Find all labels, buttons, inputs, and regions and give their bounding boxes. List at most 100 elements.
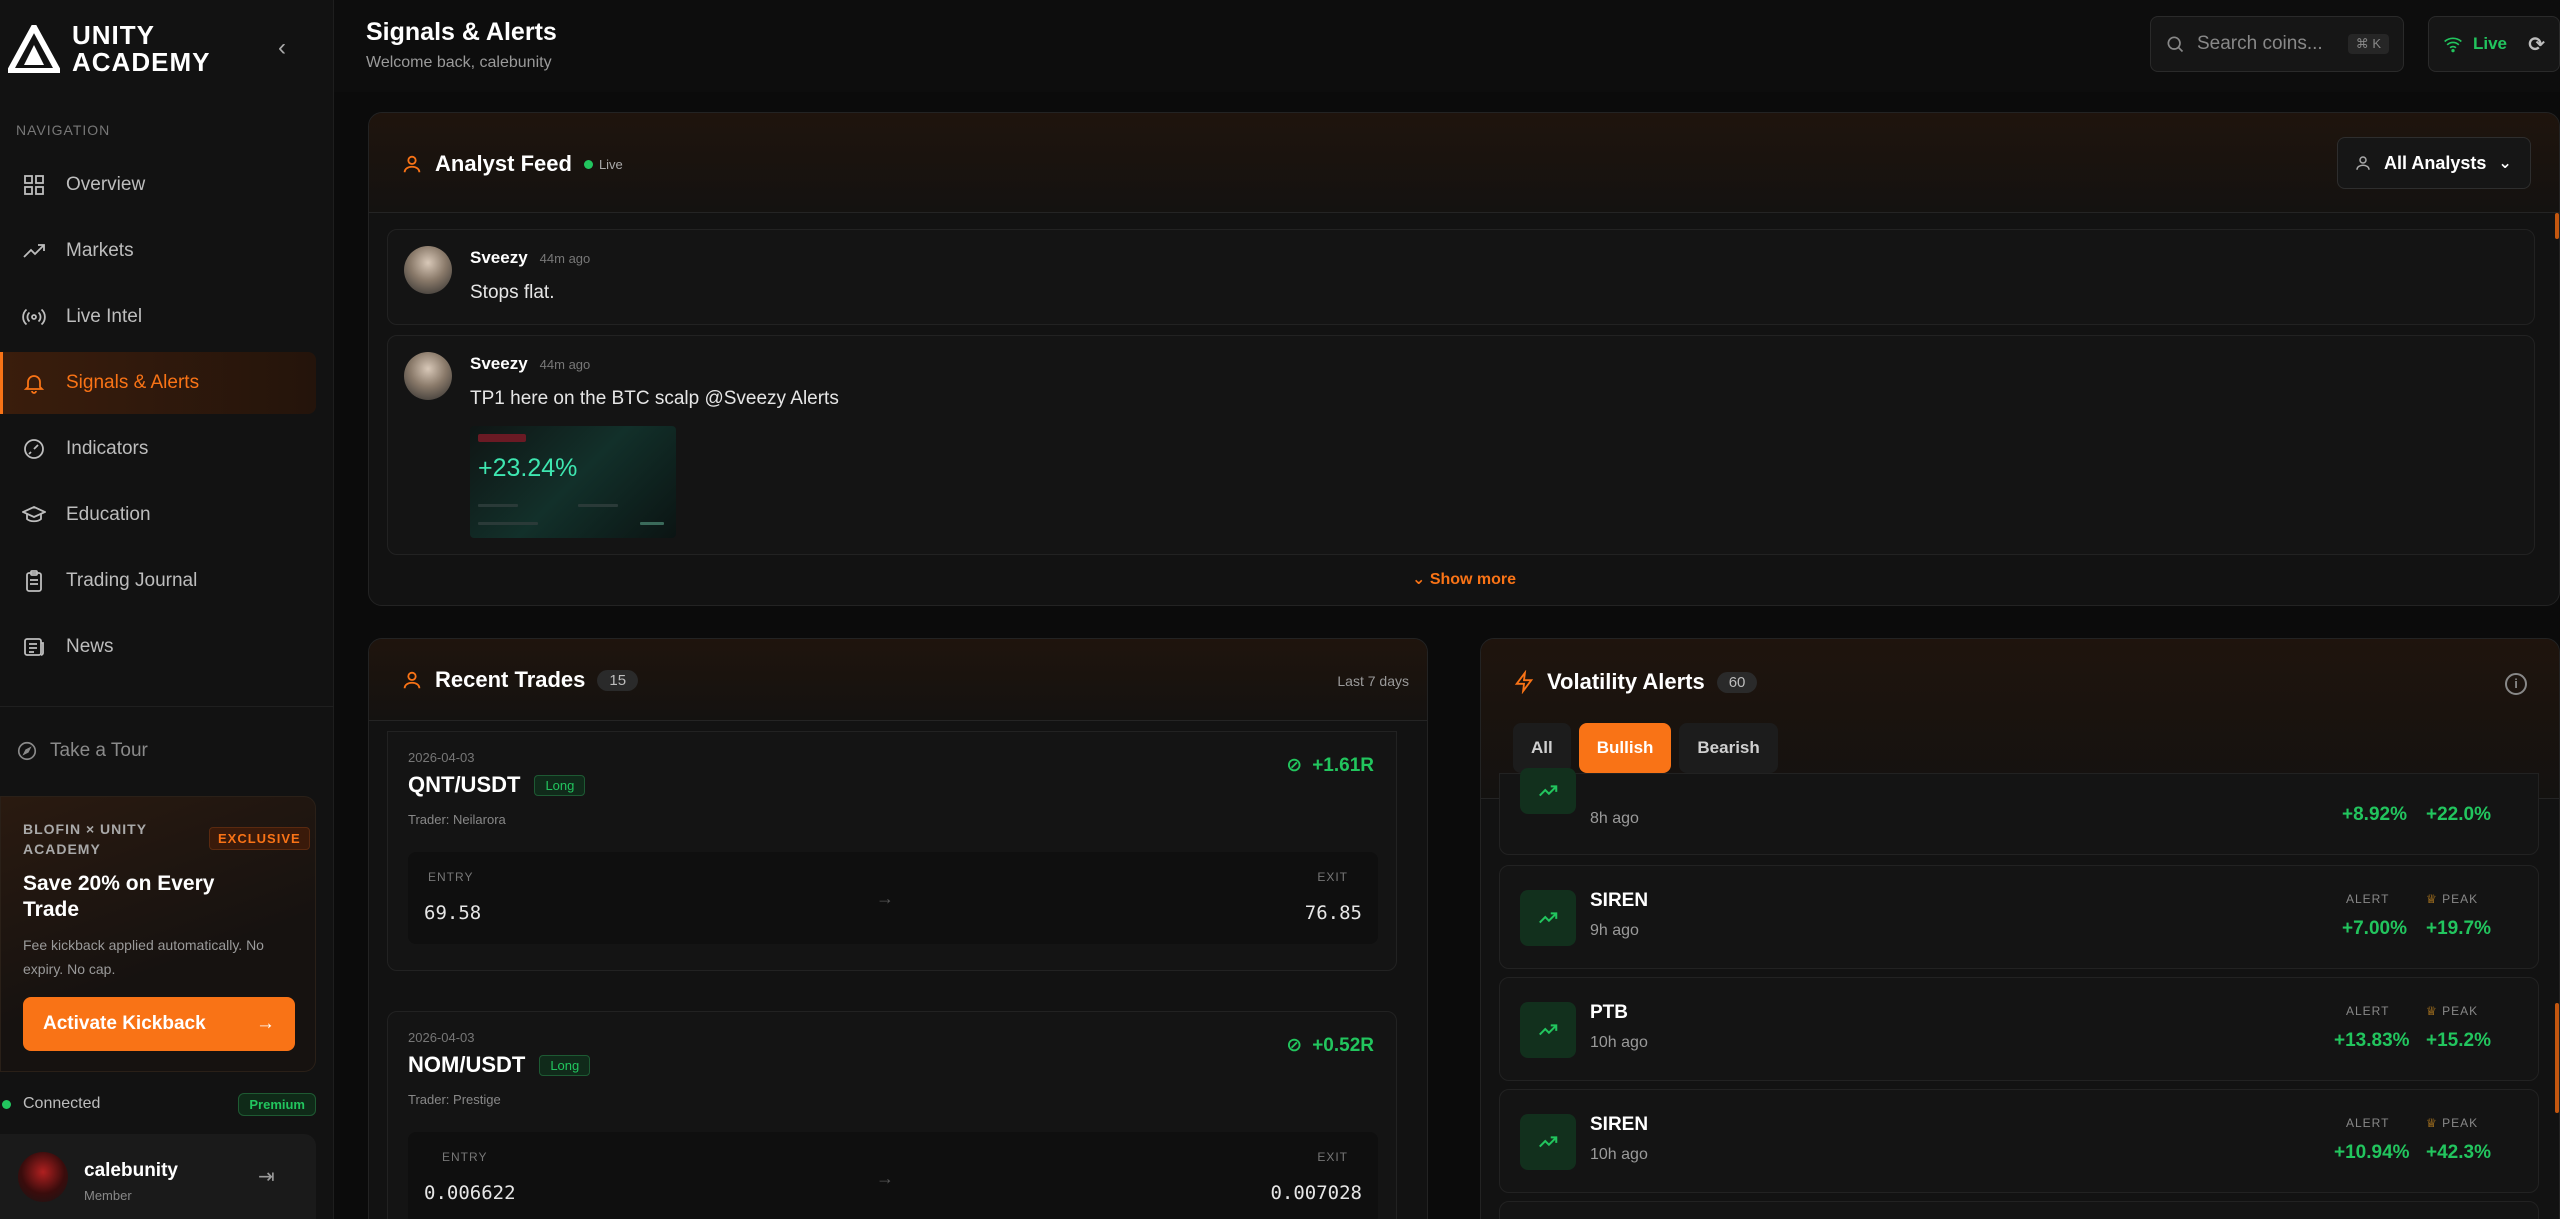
page-subtitle: Welcome back, calebunity (366, 54, 552, 71)
nav-menu: Overview Markets Live Intel Signals & Al… (0, 154, 316, 682)
nav-item-label: Markets (66, 240, 134, 261)
logout-icon[interactable]: ⇥ (258, 1164, 275, 1189)
image-line (578, 504, 618, 507)
clipboard-icon (26, 570, 42, 592)
nav-section-label: NAVIGATION (16, 122, 111, 138)
image-pnl: +23.24% (478, 454, 578, 482)
alert-row[interactable]: SIREN 9h ago ALERT ♕ PEAK +7.00% +19.7% (1499, 865, 2539, 969)
nav-item-news[interactable]: News (0, 616, 316, 678)
nav-item-label: Education (66, 504, 151, 525)
info-icon[interactable]: i (2505, 673, 2527, 695)
check-circle-icon: ⊘ (1286, 755, 1303, 776)
take-tour-link[interactable]: Take a Tour (16, 740, 148, 762)
exclusive-badge: EXCLUSIVE (209, 827, 310, 850)
user-icon (403, 155, 421, 173)
trend-up-icon (23, 244, 45, 258)
all-analysts-dropdown[interactable]: All Analysts ⌄ (2337, 137, 2531, 189)
trade-result: ⊘ +1.61R (1286, 754, 1374, 777)
image-line (478, 504, 518, 507)
feed-post[interactable]: Sveezy 44m ago Stops flat. (387, 229, 2535, 325)
alert-row[interactable]: 8h ago +8.92% +22.0% (1499, 768, 2539, 855)
trade-card[interactable]: 2026-04-03 QNT/USDT Long Trader: Neilaror… (387, 731, 1397, 971)
alert-value: +8.92% (2342, 804, 2407, 825)
sidebar: UNITY ACADEMY ‹ NAVIGATION Overview Mark… (0, 0, 334, 1219)
arrow-right-icon: → (256, 1013, 275, 1034)
exit-label: EXIT (1317, 870, 1348, 884)
newspaper-icon (24, 638, 44, 656)
alert-value: +10.94% (2334, 1142, 2410, 1163)
entry-exit-box: ENTRY 69.58 → EXIT 76.85 (408, 852, 1378, 944)
check-circle-icon: ⊘ (1286, 1035, 1303, 1056)
alert-time: 10h ago (1590, 1146, 1648, 1163)
live-status-button[interactable]: Live ⟳ (2428, 16, 2560, 72)
peak-value: +42.3% (2426, 1142, 2491, 1163)
arrow-right-icon: → (876, 1168, 894, 1188)
filter-bullish-button[interactable]: Bullish (1578, 723, 1672, 773)
exit-label: EXIT (1317, 1150, 1348, 1164)
post-author: Sveezy 44m ago (470, 248, 591, 267)
entry-label: ENTRY (428, 870, 474, 884)
compass-icon (17, 741, 37, 761)
nav-item-markets[interactable]: Markets (0, 220, 316, 282)
alert-symbol: SIREN (1590, 890, 1649, 911)
nav-item-trading-journal[interactable]: Trading Journal (0, 550, 316, 612)
trade-date: 2026-04-03 (408, 1030, 475, 1045)
post-image[interactable]: +23.24% (470, 426, 676, 538)
alerts-scrollbar[interactable] (2555, 1003, 2559, 1113)
exit-value: 76.85 (1304, 902, 1362, 924)
peak-label: ♕ PEAK (2426, 892, 2479, 906)
gauge-icon (24, 439, 44, 459)
plan-badge: Premium (238, 1092, 316, 1116)
trophy-icon: ♕ (2426, 1004, 2443, 1018)
nav-item-signals-alerts[interactable]: Signals & Alerts (0, 352, 316, 414)
side-badge: Long (534, 774, 586, 796)
nav-item-education[interactable]: Education (0, 484, 316, 546)
alert-row[interactable]: PTB 10h ago ALERT ♕ PEAK +13.83% +15.2% (1499, 977, 2539, 1081)
refresh-icon[interactable]: ⟳ (2528, 32, 2545, 57)
trade-date: 2026-04-03 (408, 750, 475, 765)
exit-value: 0.007028 (1270, 1182, 1362, 1204)
nav-item-live-intel[interactable]: Live Intel (0, 286, 316, 348)
user-card[interactable]: calebunity Member ⇥ (0, 1134, 316, 1219)
show-more-button[interactable]: ⌄ Show more (369, 569, 2559, 589)
post-text: Stops flat. (470, 282, 555, 303)
brand-name: UNITY ACADEMY (72, 20, 211, 77)
grid-icon (24, 175, 44, 195)
filter-bearish-button[interactable]: Bearish (1679, 723, 1778, 773)
brand-logo[interactable]: UNITY ACADEMY (8, 22, 210, 76)
alert-row[interactable] (1499, 1201, 2539, 1219)
live-label: Live (2473, 34, 2508, 53)
avatar (404, 246, 452, 294)
connection-status: Connected Premium (0, 1090, 316, 1118)
recent-trades-panel: Recent Trades 15 Last 7 days 2026-04-03 … (368, 638, 1428, 1219)
nav-item-indicators[interactable]: Indicators (0, 418, 316, 480)
filter-all-button[interactable]: All (1513, 723, 1571, 773)
entry-label: ENTRY (442, 1150, 488, 1164)
feed-post[interactable]: Sveezy 44m ago TP1 here on the BTC scalp … (387, 335, 2535, 555)
nav-item-overview[interactable]: Overview (0, 154, 316, 216)
peak-value: +22.0% (2426, 804, 2491, 825)
chevron-down-icon: ⌄ (1411, 571, 1430, 588)
search-shortcut: ⌘ K (2347, 34, 2389, 54)
alert-time: 8h ago (1590, 810, 1639, 827)
user-icon (403, 671, 421, 689)
trend-up-icon (1520, 890, 1576, 946)
feed-scrollbar[interactable] (2555, 213, 2559, 239)
trophy-icon: ♕ (2426, 892, 2443, 906)
promo-title: Save 20% on Every Trade (23, 872, 215, 921)
activate-kickback-button[interactable]: Activate Kickback → (23, 997, 295, 1051)
peak-value: +15.2% (2426, 1030, 2491, 1051)
collapse-sidebar-icon[interactable]: ‹ (270, 36, 294, 60)
alert-value: +7.00% (2342, 918, 2407, 939)
trophy-icon: ♕ (2426, 1116, 2443, 1130)
trade-card[interactable]: 2026-04-03 NOM/USDT Long Trader: Prestige… (387, 1011, 1397, 1219)
analysts-filter-label: All Analysts (2384, 152, 2487, 173)
alert-row[interactable]: SIREN 10h ago ALERT ♕ PEAK +10.94% +42.3… (1499, 1089, 2539, 1193)
trade-pair: QNT/USDT Long (408, 772, 586, 798)
nav-item-label: Trading Journal (66, 570, 198, 591)
arrow-right-icon: → (876, 888, 894, 908)
entry-value: 0.006622 (424, 1182, 516, 1204)
search-input[interactable]: Search coins... ⌘ K (2150, 16, 2404, 72)
analyst-feed-title: Analyst Feed Live (401, 151, 623, 177)
graduation-cap-icon (22, 506, 46, 523)
